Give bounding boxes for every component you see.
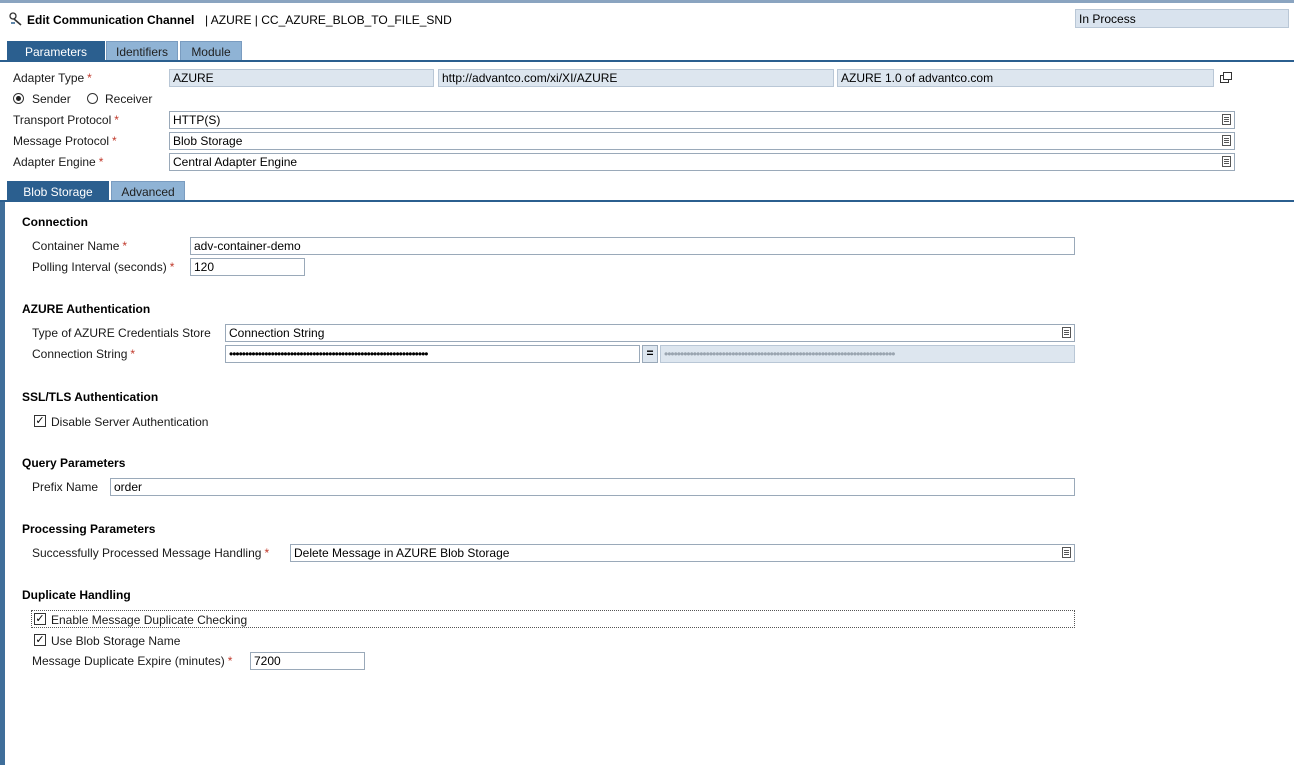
connection-string-confirm-input: ••••••••••••••••••••••••••••••••••••••••… [660,345,1075,363]
connection-string-input[interactable]: ••••••••••••••••••••••••••••••••••••••••… [225,345,640,363]
adapter-namespace-field: http://advantco.com/xi/XI/AZURE [438,69,834,87]
left-accent-bar [0,200,5,765]
processing-params-heading: Processing Parameters [22,522,156,536]
edit-pencil-icon [9,12,22,26]
credentials-store-label: Type of AZURE Credentials Store [32,326,211,340]
dropdown-icon[interactable] [1062,547,1071,558]
sender-label: Sender [32,92,71,106]
tab-module[interactable]: Module [180,41,242,60]
adapter-engine-select[interactable]: Central Adapter Engine [169,153,1235,171]
dropdown-icon[interactable] [1222,135,1231,146]
disable-server-auth-label: Disable Server Authentication [51,415,209,429]
open-object-icon[interactable] [1220,72,1232,83]
adapter-type-label: Adapter Type * [13,71,92,85]
tab-identifiers[interactable]: Identifiers [106,41,178,60]
duplicate-expire-input[interactable]: 7200 [250,652,365,670]
receiver-radio[interactable] [87,93,98,104]
software-component-field: AZURE 1.0 of advantco.com [837,69,1214,87]
tab-parameters[interactable]: Parameters [7,41,105,60]
page-title: Edit Communication Channel [27,13,195,27]
container-name-input[interactable]: adv-container-demo [190,237,1075,255]
disable-server-auth-checkbox[interactable]: ✓ [34,415,46,427]
polling-interval-label: Polling Interval (seconds) * [32,260,175,274]
dropdown-icon[interactable] [1062,327,1071,338]
equals-icon: = [642,345,658,363]
subtab-underline [0,200,1294,202]
adapter-engine-label: Adapter Engine * [13,155,104,169]
ssl-heading: SSL/TLS Authentication [22,390,159,404]
tab-advanced[interactable]: Advanced [111,181,185,200]
object-name: | AZURE | CC_AZURE_BLOB_TO_FILE_SND [205,13,452,27]
receiver-label: Receiver [105,92,153,106]
top-border [0,0,1294,3]
status-field: In Process [1075,9,1289,28]
tab-blob-storage[interactable]: Blob Storage [7,181,109,200]
use-blob-name-label: Use Blob Storage Name [51,634,181,648]
message-protocol-label: Message Protocol * [13,134,117,148]
prefix-name-label: Prefix Name [32,480,99,494]
connection-string-label: Connection String * [32,347,136,361]
sender-radio[interactable] [13,93,24,104]
connection-heading: Connection [22,215,88,229]
message-protocol-select[interactable]: Blob Storage [169,132,1235,150]
dropdown-icon[interactable] [1222,156,1231,167]
transport-protocol-select[interactable]: HTTP(S) [169,111,1235,129]
message-handling-select[interactable]: Delete Message in AZURE Blob Storage [290,544,1075,562]
dropdown-icon[interactable] [1222,114,1231,125]
container-name-label: Container Name * [32,239,128,253]
duplicate-expire-label: Message Duplicate Expire (minutes) * [32,654,233,668]
azure-auth-heading: AZURE Authentication [22,302,151,316]
duplicate-handling-heading: Duplicate Handling [22,588,131,602]
prefix-name-input[interactable]: order [110,478,1075,496]
enable-duplicate-check-label: Enable Message Duplicate Checking [51,613,248,627]
adapter-type-field: AZURE [169,69,434,87]
polling-interval-input[interactable]: 120 [190,258,305,276]
transport-protocol-label: Transport Protocol * [13,113,119,127]
use-blob-name-checkbox[interactable]: ✓ [34,634,46,646]
query-params-heading: Query Parameters [22,456,126,470]
credentials-store-select[interactable]: Connection String [225,324,1075,342]
tab-underline [0,60,1294,62]
message-handling-label: Successfully Processed Message Handling * [32,546,270,560]
enable-duplicate-check-checkbox[interactable]: ✓ [34,613,46,625]
